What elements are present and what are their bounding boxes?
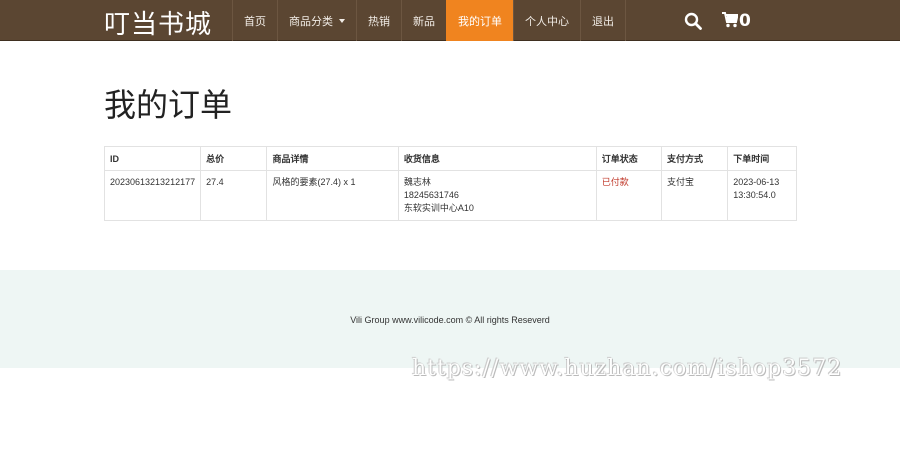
- column-header-shipping: 收货信息: [397, 146, 597, 171]
- column-header-total: 总价: [200, 146, 268, 171]
- nav-item-categories[interactable]: 商品分类: [277, 0, 356, 41]
- nav-item-my-orders[interactable]: 我的订单: [446, 0, 513, 41]
- main-nav: 首页 商品分类 热销 新品 我的订单 个人中心 退出: [232, 0, 626, 41]
- brand-logo[interactable]: 叮当书城: [104, 4, 212, 41]
- order-payment: 支付宝: [660, 170, 729, 221]
- footer: Vili Group www.vilicode.com © All rights…: [0, 270, 900, 368]
- nav-item-label: 退出: [592, 14, 614, 28]
- table-row: 20230613213212177 27.4 风格的要素(27.4) x 1 魏…: [103, 170, 797, 221]
- order-shipping-info: 魏志林 18245631746 东软实训中心A10: [397, 170, 597, 221]
- footer-copyright: Vili Group www.vilicode.com © All rights…: [350, 315, 550, 325]
- order-clock: 13:30:54.0: [733, 190, 776, 200]
- order-total: 27.4: [200, 170, 268, 221]
- receiver-address: 东软实训中心A10: [403, 203, 474, 213]
- order-status: 已付款: [595, 170, 662, 221]
- receiver-phone: 18245631746: [403, 190, 459, 200]
- column-header-status: 订单状态: [595, 146, 662, 171]
- orders-table: ID 总价 商品详情 收货信息 订单状态 支付方式 下单时间 202306132…: [103, 146, 797, 221]
- column-header-id: ID: [103, 146, 202, 171]
- nav-item-label: 热销: [368, 14, 390, 28]
- cart-icon: [722, 10, 739, 32]
- nav-item-label: 个人中心: [525, 14, 569, 28]
- cart-count: 0: [739, 11, 751, 31]
- watermark: https://www.huzhan.com/ishop3572: [412, 356, 843, 381]
- nav-item-label: 首页: [244, 14, 266, 28]
- navbar: 叮当书城 首页 商品分类 热销 新品 我的订单 个人中心 退出 0: [0, 0, 900, 41]
- nav-item-logout[interactable]: 退出: [580, 0, 626, 41]
- nav-item-label: 我的订单: [458, 14, 502, 28]
- search-icon[interactable]: [684, 12, 702, 30]
- cart-button[interactable]: 0: [722, 10, 751, 32]
- nav-item-label: 新品: [413, 14, 435, 28]
- caret-down-icon: [339, 18, 345, 23]
- order-id: 20230613213212177: [103, 170, 202, 221]
- nav-item-profile[interactable]: 个人中心: [513, 0, 580, 41]
- nav-item-hot[interactable]: 热销: [356, 0, 401, 41]
- nav-item-new[interactable]: 新品: [401, 0, 446, 41]
- column-header-payment: 支付方式: [660, 146, 729, 171]
- receiver-name: 魏志林: [403, 177, 431, 187]
- table-header-row: ID 总价 商品详情 收货信息 订单状态 支付方式 下单时间: [103, 146, 797, 171]
- page-title: 我的订单: [104, 86, 233, 124]
- order-time: 2023-06-13 13:30:54.0: [727, 170, 797, 221]
- nav-item-home[interactable]: 首页: [232, 0, 277, 41]
- page: 叮当书城 首页 商品分类 热销 新品 我的订单 个人中心 退出 0 我的订单 I…: [0, 0, 900, 453]
- column-header-items: 商品详情: [266, 146, 399, 171]
- order-date: 2023-06-13: [733, 177, 780, 187]
- order-items: 风格的要素(27.4) x 1: [266, 170, 399, 221]
- column-header-order-time: 下单时间: [727, 146, 797, 171]
- nav-item-label: 商品分类: [289, 14, 333, 28]
